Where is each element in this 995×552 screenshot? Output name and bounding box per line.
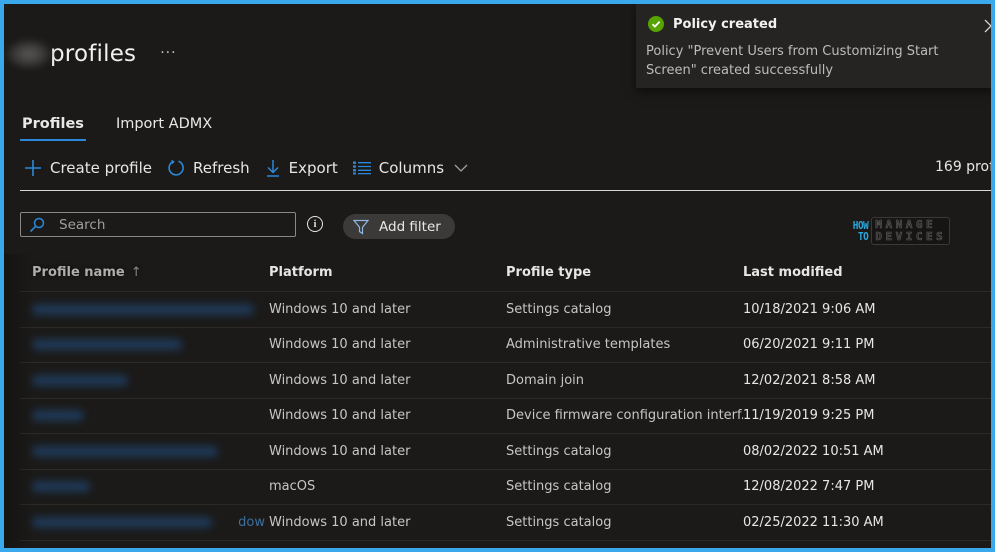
- sort-ascending-icon: ↑: [130, 265, 142, 280]
- cell-platform: macOS: [269, 479, 316, 495]
- column-header-platform[interactable]: Platform: [269, 265, 506, 280]
- toast-header: Policy created: [648, 16, 777, 32]
- profile-count: 169 profiles: [935, 159, 991, 175]
- cell-last-modified: 08/02/2022 10:51 AM: [743, 443, 884, 459]
- cell-profile-name[interactable]: [20, 434, 269, 469]
- table-body: Windows 10 and later Settings catalog 10/1…: [20, 292, 991, 541]
- logo-manage-devices: MANAGE DEVICES: [871, 217, 951, 245]
- refresh-icon: [167, 159, 185, 177]
- profiles-table: Profile name ↑ Platform Profile type Las…: [20, 254, 991, 541]
- cell-profile-name[interactable]: dow: [20, 505, 269, 540]
- cell-platform: Windows 10 and later: [269, 337, 411, 353]
- redacted-profile-name: [32, 303, 254, 315]
- command-bar: Create profile Refresh Export Columns: [24, 156, 483, 180]
- table-row[interactable]: macOS Settings catalog 12/08/2022 7:47 PM: [20, 470, 991, 505]
- columns-list-icon: [352, 161, 371, 175]
- info-icon[interactable]: i: [307, 216, 323, 232]
- close-icon[interactable]: [984, 18, 991, 37]
- logo-how-to: HOW TO: [852, 219, 869, 243]
- column-header-profile-name[interactable]: Profile name ↑: [20, 265, 269, 280]
- cell-profile-name[interactable]: [20, 399, 269, 434]
- success-check-icon: [648, 16, 664, 32]
- create-profile-button[interactable]: Create profile: [24, 159, 152, 177]
- redacted-profile-name: [32, 481, 90, 493]
- cell-profile-name[interactable]: [20, 292, 269, 327]
- cell-profile-name[interactable]: [20, 470, 269, 505]
- columns-button[interactable]: Columns: [352, 159, 468, 177]
- create-profile-label: Create profile: [50, 159, 152, 177]
- refresh-button[interactable]: Refresh: [167, 159, 250, 177]
- cell-profile-type: Settings catalog: [506, 443, 612, 459]
- cell-platform: Windows 10 and later: [269, 301, 411, 317]
- page-header: profiles ···: [4, 34, 177, 74]
- search-icon: [29, 217, 45, 233]
- cell-last-modified: 10/18/2021 9:06 AM: [743, 301, 876, 317]
- redacted-profile-name: [32, 339, 182, 351]
- table-row[interactable]: Windows 10 and later Domain join 12/02/202…: [20, 363, 991, 399]
- cell-profile-type: Settings catalog: [506, 514, 612, 530]
- cell-profile-type: Domain join: [506, 372, 584, 388]
- toast-title: Policy created: [673, 16, 778, 32]
- plus-icon: [24, 159, 42, 177]
- column-header-profile-type[interactable]: Profile type: [506, 265, 743, 280]
- cell-platform: Windows 10 and later: [269, 372, 411, 388]
- redacted-title-prefix: [6, 39, 52, 69]
- search-input[interactable]: [59, 216, 279, 233]
- tab-import-admx[interactable]: Import ADMX: [114, 112, 214, 140]
- export-button[interactable]: Export: [265, 159, 338, 177]
- app-window: profiles ··· Profiles Import ADMX Create…: [4, 4, 991, 548]
- search-box[interactable]: [20, 212, 296, 237]
- watermark-logo: HOW TO MANAGE DEVICES: [850, 217, 951, 245]
- cell-last-modified: 06/20/2021 9:11 PM: [743, 337, 875, 353]
- columns-label: Columns: [378, 159, 445, 177]
- more-options-button[interactable]: ···: [160, 45, 176, 61]
- cell-profile-name[interactable]: [20, 328, 269, 363]
- notification-toast: Policy created Policy "Prevent Users fro…: [636, 4, 991, 88]
- download-icon: [265, 159, 281, 177]
- table-row[interactable]: Windows 10 and later Device firmware conf…: [20, 399, 991, 434]
- cell-profile-name[interactable]: [20, 363, 269, 398]
- cell-platform: Windows 10 and later: [269, 443, 411, 459]
- cell-profile-type: Settings catalog: [506, 479, 612, 495]
- tab-bar: Profiles Import ADMX: [20, 112, 214, 141]
- cell-platform: Windows 10 and later: [269, 408, 411, 424]
- export-label: Export: [288, 159, 338, 177]
- table-row[interactable]: Windows 10 and later Administrative templ…: [20, 328, 991, 363]
- table-row[interactable]: dow Windows 10 and later Settings catalog 0…: [20, 505, 991, 541]
- cell-last-modified: 02/25/2022 11:30 AM: [743, 514, 884, 530]
- cell-last-modified: 12/02/2021 8:58 AM: [743, 372, 876, 388]
- page-title: profiles: [50, 41, 137, 67]
- redacted-profile-name: [32, 374, 128, 386]
- table-row[interactable]: Windows 10 and later Settings catalog 10/1…: [20, 292, 991, 328]
- cell-profile-type: Settings catalog: [506, 301, 612, 317]
- cell-last-modified: 11/19/2019 9:25 PM: [743, 408, 875, 424]
- toast-message: Policy "Prevent Users from Customizing S…: [646, 44, 939, 78]
- cell-profile-type: Device firmware configuration interf...: [506, 408, 743, 424]
- chevron-down-icon: [454, 164, 468, 172]
- column-header-last-modified[interactable]: Last modified: [743, 265, 991, 280]
- cell-last-modified: 12/08/2022 7:47 PM: [743, 479, 875, 495]
- filter-funnel-icon: [353, 219, 369, 235]
- toolbar-divider: [20, 190, 991, 191]
- add-filter-label: Add filter: [379, 218, 441, 235]
- tab-profiles[interactable]: Profiles: [20, 112, 86, 141]
- table-row[interactable]: Windows 10 and later Settings catalog 08/0…: [20, 434, 991, 470]
- table-header: Profile name ↑ Platform Profile type Las…: [20, 254, 991, 292]
- add-filter-button[interactable]: Add filter: [343, 214, 455, 239]
- cell-profile-type: Administrative templates: [506, 337, 671, 353]
- redacted-profile-name: [32, 410, 84, 422]
- profile-name-visible-fragment: dow: [238, 514, 265, 530]
- redacted-profile-name: [32, 445, 218, 457]
- redacted-profile-name: [32, 516, 212, 528]
- refresh-label: Refresh: [193, 159, 250, 177]
- cell-platform: Windows 10 and later: [269, 514, 411, 530]
